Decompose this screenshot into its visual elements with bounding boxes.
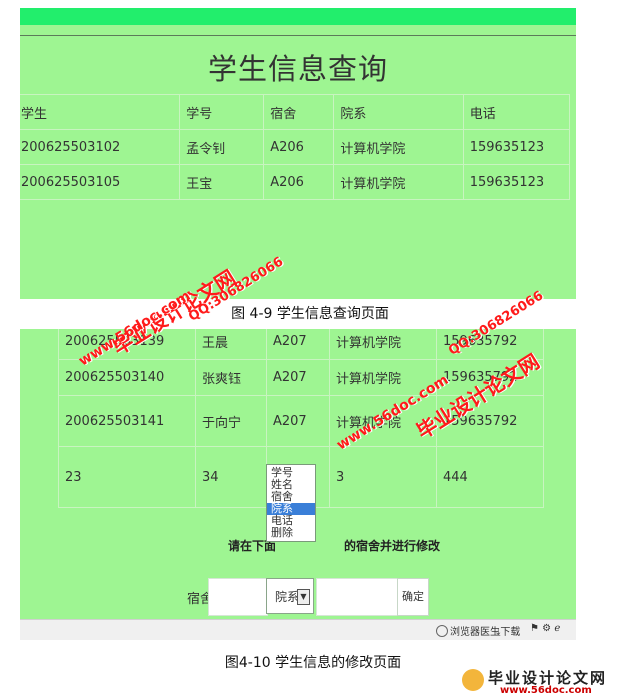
download-item[interactable]: ⤓下载 xyxy=(496,623,520,638)
dorm-input[interactable] xyxy=(208,578,268,616)
gear-icon[interactable]: ⚙ xyxy=(542,623,551,634)
chevron-down-icon[interactable]: ▼ xyxy=(297,589,310,605)
cell-department: 3 xyxy=(329,446,437,508)
download-label: 下载 xyxy=(500,627,521,638)
table-header-row: 学生 学号 宿舍 院系 电话 xyxy=(20,94,571,130)
browser-status-bar: 浏览器医生 ⤓下载 ⚑ ⚙ ℯ xyxy=(20,619,576,640)
query-page-screenshot: 学生信息查询 学生 学号 宿舍 院系 电话 200625503102 孟令钊 A… xyxy=(20,8,576,299)
cell-department: 计算机学院 xyxy=(333,129,464,165)
cell-dorm: A207 xyxy=(266,359,330,396)
header-student-id: 学号 xyxy=(179,94,265,130)
cell-name: 于向宁 xyxy=(195,395,267,447)
cell-dorm: A207 xyxy=(266,395,330,447)
pin-icon[interactable]: ⚑ xyxy=(530,623,539,634)
cell-dorm: A206 xyxy=(263,129,335,165)
cell-name: 王宝 xyxy=(179,164,265,200)
field-select[interactable]: 院系 ▼ xyxy=(266,578,314,614)
logo-url: www.56doc.com xyxy=(500,685,592,696)
cell-department: 计算机学院 xyxy=(333,164,464,200)
page-title: 学生信息查询 xyxy=(207,52,388,86)
divider xyxy=(20,35,576,36)
edit-instruction: 请在下面 的宿舍并进行修改 xyxy=(228,537,440,554)
cell-dorm: A207 xyxy=(266,329,330,360)
doctor-icon xyxy=(436,625,448,637)
cell-name: 孟令钊 xyxy=(179,129,265,165)
new-value-input[interactable] xyxy=(316,578,398,616)
student-query-table: 学生 学号 宿舍 院系 电话 200625503102 孟令钊 A206 计算机… xyxy=(20,94,571,200)
header-department: 院系 xyxy=(333,94,464,130)
top-bar xyxy=(20,8,576,25)
field-dropdown-list: 学号 姓名 宿舍 院系 电话 删除 xyxy=(266,464,316,542)
cell-department: 计算机学院 xyxy=(329,329,437,360)
browser-doctor-label: 浏览器医生 xyxy=(450,627,500,638)
toolbar-icons: ⚑ ⚙ ℯ xyxy=(530,623,560,634)
cell-name: 张爽钰 xyxy=(195,359,267,396)
browser-doctor-item[interactable]: 浏览器医生 xyxy=(436,623,500,638)
cell-id: 23 xyxy=(58,446,196,508)
cell-name: 34 xyxy=(195,446,267,508)
instruction-right: 的宿舍并进行修改 xyxy=(344,539,441,553)
confirm-button[interactable]: 确定 xyxy=(397,578,429,616)
table-row: 200625503105 王宝 A206 计算机学院 159635123 xyxy=(20,164,571,200)
dropdown-option-delete[interactable]: 删除 xyxy=(267,527,315,539)
site-logo: 毕业设计论文网 www.56doc.com xyxy=(458,667,618,697)
table-row: 200625503102 孟令钊 A206 计算机学院 159635123 xyxy=(20,129,571,165)
cell-name: 王晨 xyxy=(195,329,267,360)
header-phone: 电话 xyxy=(462,94,571,130)
logo-mark-icon xyxy=(462,669,484,691)
cell-phone: 444 xyxy=(436,446,544,508)
cell-dorm: A206 xyxy=(263,164,335,200)
cell-id: 200625503141 xyxy=(58,395,196,447)
cell-phone: 159635123 xyxy=(462,129,571,165)
edge-icon[interactable]: ℯ xyxy=(554,623,560,634)
header-dorm: 宿舍 xyxy=(263,94,335,130)
cell-id: 200625503105 xyxy=(20,164,181,200)
header-student: 学生 xyxy=(20,94,181,130)
cell-id: 200625503102 xyxy=(20,129,181,165)
cell-phone: 159635123 xyxy=(462,164,571,200)
field-select-value: 院系 xyxy=(275,590,300,604)
cell-id: 200625503140 xyxy=(58,359,196,396)
